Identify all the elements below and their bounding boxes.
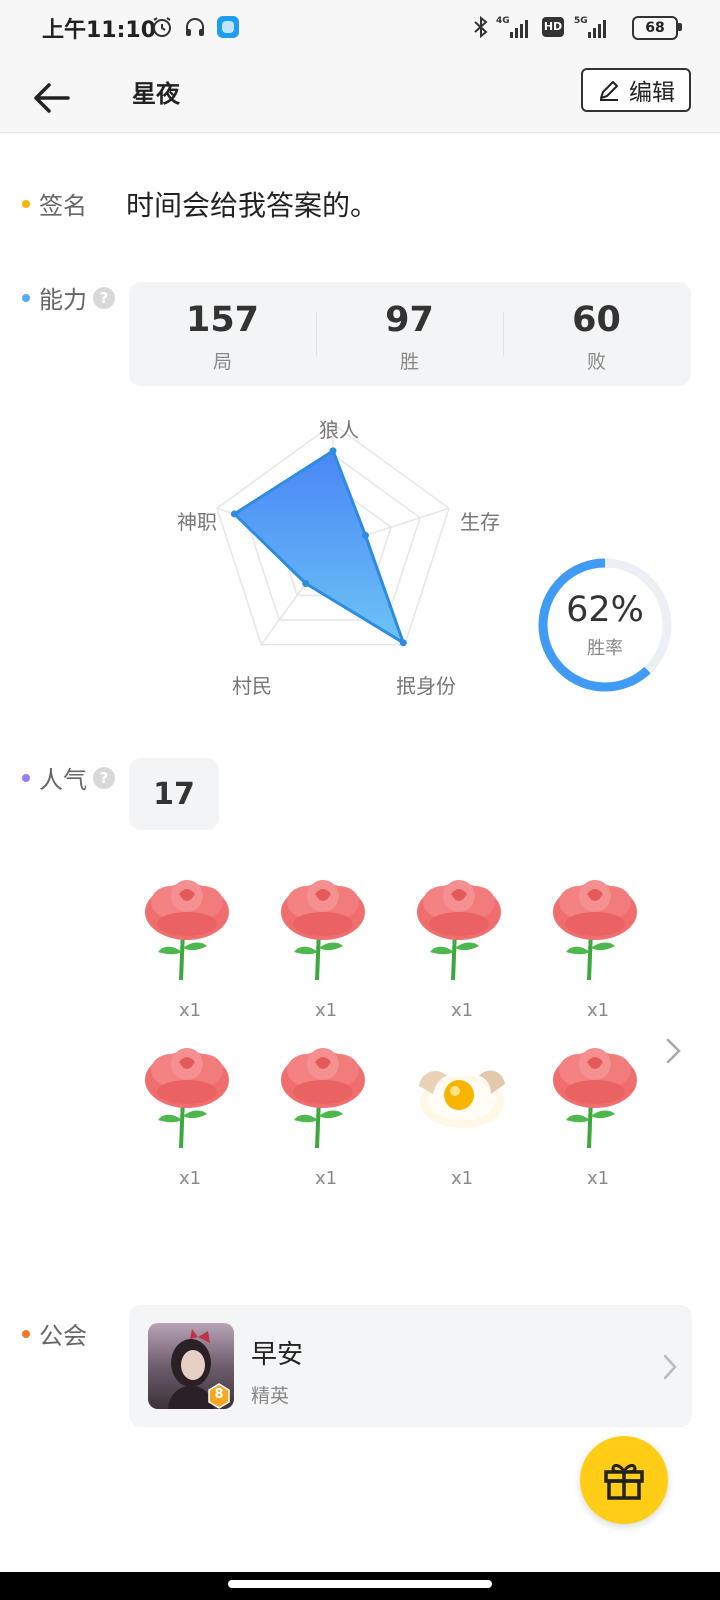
- rose-icon: [145, 1048, 229, 1149]
- guild-section-label: 公会: [22, 1316, 87, 1351]
- radar-label-villager: 村民: [232, 674, 272, 698]
- radar-point: [399, 639, 407, 647]
- send-gift-button[interactable]: [580, 1436, 668, 1524]
- gift-item[interactable]: x1: [271, 1040, 381, 1190]
- gift-count: x1: [314, 1000, 338, 1021]
- win-rate-value: 62%: [566, 590, 644, 630]
- gift-count: x1: [178, 1000, 202, 1021]
- gift-item[interactable]: x1: [543, 1040, 653, 1190]
- section-dot: [22, 1329, 30, 1338]
- section-dot: [22, 773, 30, 782]
- chevron-right-icon: [663, 1354, 677, 1380]
- gift-box-icon: [604, 1463, 644, 1500]
- chevron-right-icon: [666, 1038, 681, 1064]
- gift-count: x1: [450, 1000, 474, 1021]
- popularity-label: 人气: [39, 766, 87, 794]
- rose-icon: [553, 1048, 637, 1149]
- rose-icon: [281, 1048, 365, 1149]
- gift-item[interactable]: x1: [135, 1040, 245, 1190]
- guild-label: 公会: [39, 1322, 87, 1350]
- gifts-next-button[interactable]: [660, 1036, 686, 1066]
- popularity-value: 17: [129, 758, 219, 830]
- egg-icon: [419, 1070, 505, 1128]
- rose-icon: [553, 880, 637, 981]
- gift-item[interactable]: x1: [407, 1040, 517, 1190]
- rose-icon: [417, 880, 501, 981]
- gift-item[interactable]: x1: [271, 872, 381, 1022]
- radar-label-werewolf: 狼人: [319, 418, 359, 442]
- popularity-section-label: 人气 ?: [22, 760, 115, 795]
- guild-level-badge: 8: [207, 1383, 231, 1409]
- radar-point: [302, 580, 310, 588]
- radar-point: [230, 510, 238, 518]
- guild-name: 早安: [251, 1340, 304, 1370]
- guild-rank: 精英: [251, 1385, 290, 1407]
- gift-count: x1: [586, 1168, 610, 1189]
- radar-point: [361, 531, 369, 539]
- radar-label-identity: 抿身份: [396, 674, 456, 698]
- guild-level: 8: [214, 1387, 224, 1402]
- radar-label-survival: 生存: [460, 510, 500, 534]
- guild-chevron: [660, 1352, 680, 1382]
- radar-label-god: 神职: [177, 510, 217, 534]
- rose-icon: [281, 880, 365, 981]
- help-icon[interactable]: ?: [93, 766, 115, 789]
- gift-item[interactable]: x1: [543, 872, 653, 1022]
- gift-count: x1: [178, 1168, 202, 1189]
- win-rate-label: 胜率: [587, 638, 623, 659]
- rose-icon: [145, 880, 229, 981]
- home-indicator[interactable]: [228, 1580, 492, 1588]
- radar-series-area: [232, 449, 405, 645]
- radar-point: [329, 447, 337, 455]
- gift-count: x1: [586, 1000, 610, 1021]
- gift-count: x1: [314, 1168, 338, 1189]
- gift-item[interactable]: x1: [135, 872, 245, 1022]
- gift-count: x1: [450, 1168, 474, 1189]
- gift-item[interactable]: x1: [407, 872, 517, 1022]
